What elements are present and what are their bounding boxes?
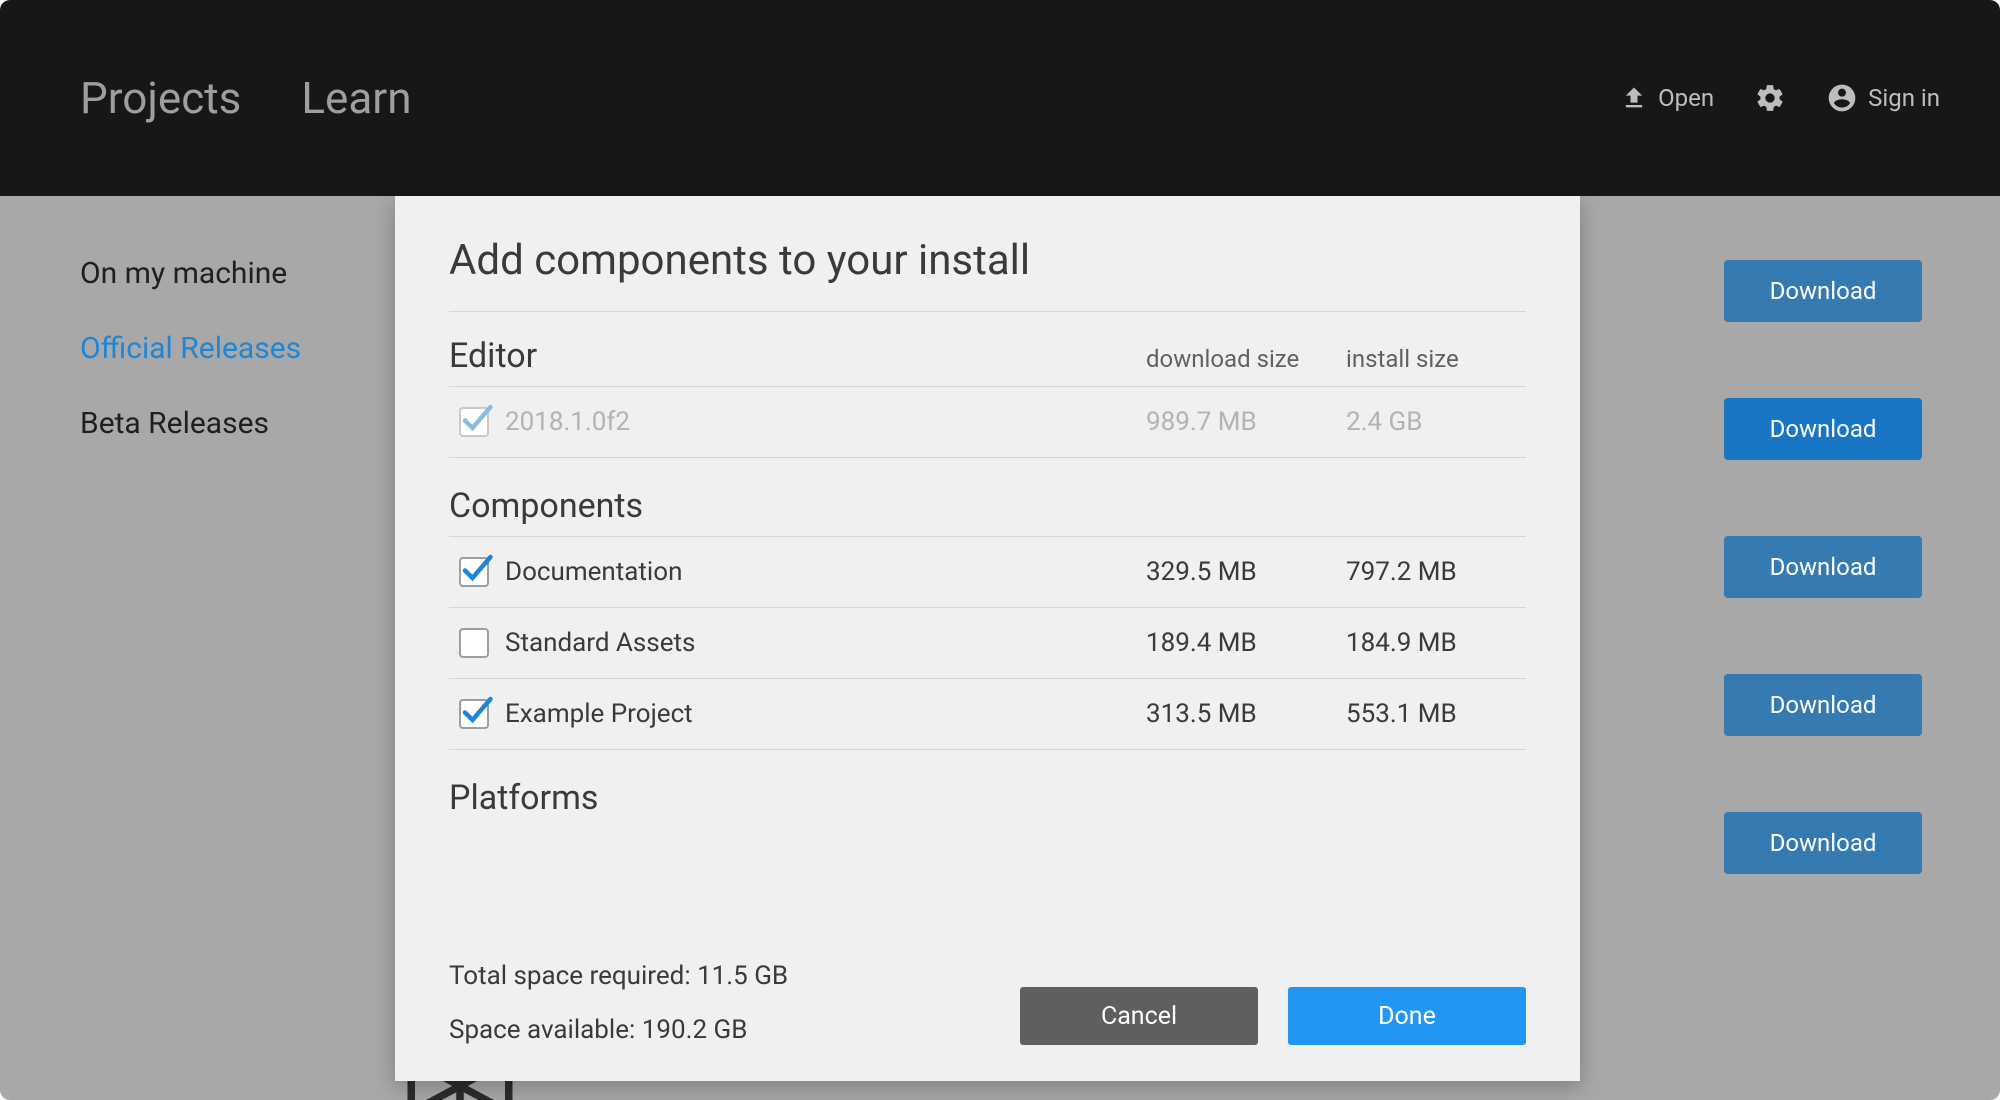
column-install-size: install size xyxy=(1346,345,1526,373)
space-info: Total space required: 11.5 GB Space avai… xyxy=(449,961,788,1045)
topbar: Projects Learn Open Sign in xyxy=(0,0,2000,196)
open-label: Open xyxy=(1658,84,1714,112)
check-icon xyxy=(459,693,495,729)
components-list: Documentation 329.5 MB 797.2 MB Standard… xyxy=(449,536,1526,750)
dialog-footer: Total space required: 11.5 GB Space avai… xyxy=(449,961,1526,1045)
checkbox-example-project[interactable] xyxy=(459,699,489,729)
main-body: On my machine Official Releases Beta Rel… xyxy=(0,196,2000,1100)
tab-learn[interactable]: Learn xyxy=(301,72,411,124)
upload-icon xyxy=(1620,84,1648,112)
checkbox-editor xyxy=(459,407,489,437)
component-download-size: 189.4 MB xyxy=(1146,628,1346,658)
editor-row: 2018.1.0f2 989.7 MB 2.4 GB xyxy=(449,387,1526,457)
topbar-tabs: Projects Learn xyxy=(80,72,412,124)
components-section-label: Components xyxy=(449,486,1526,526)
signin-button[interactable]: Sign in xyxy=(1826,82,1940,114)
check-icon xyxy=(459,551,495,587)
component-install-size: 797.2 MB xyxy=(1346,557,1526,587)
component-row: Example Project 313.5 MB 553.1 MB xyxy=(449,679,1526,749)
component-label: Documentation xyxy=(505,557,1146,587)
add-components-dialog: Add components to your install Editor do… xyxy=(395,196,1580,1081)
column-download-size: download size xyxy=(1146,345,1346,373)
done-button[interactable]: Done xyxy=(1288,987,1526,1045)
editor-list: 2018.1.0f2 989.7 MB 2.4 GB xyxy=(449,386,1526,458)
check-icon xyxy=(459,401,495,437)
component-label: Standard Assets xyxy=(505,628,1146,658)
component-label: Example Project xyxy=(505,699,1146,729)
editor-install-size: 2.4 GB xyxy=(1346,407,1526,437)
signin-label: Sign in xyxy=(1868,84,1940,112)
space-available: Space available: 190.2 GB xyxy=(449,1015,788,1045)
component-download-size: 313.5 MB xyxy=(1146,699,1346,729)
checkbox-standard-assets[interactable] xyxy=(459,628,489,658)
platforms-section-label: Platforms xyxy=(449,778,1526,818)
cancel-button[interactable]: Cancel xyxy=(1020,987,1258,1045)
checkbox-documentation[interactable] xyxy=(459,557,489,587)
open-button[interactable]: Open xyxy=(1620,84,1714,112)
component-download-size: 329.5 MB xyxy=(1146,557,1346,587)
editor-version-label: 2018.1.0f2 xyxy=(505,407,1146,437)
editor-section-header: Editor download size install size xyxy=(449,336,1526,376)
component-install-size: 553.1 MB xyxy=(1346,699,1526,729)
component-row: Documentation 329.5 MB 797.2 MB xyxy=(449,537,1526,608)
account-icon xyxy=(1826,82,1858,114)
tab-projects[interactable]: Projects xyxy=(80,72,241,124)
component-row: Standard Assets 189.4 MB 184.9 MB xyxy=(449,608,1526,679)
settings-button[interactable] xyxy=(1754,82,1786,114)
total-space-required: Total space required: 11.5 GB xyxy=(449,961,788,991)
editor-download-size: 989.7 MB xyxy=(1146,407,1346,437)
component-install-size: 184.9 MB xyxy=(1346,628,1526,658)
gear-icon xyxy=(1754,82,1786,114)
dialog-title: Add components to your install xyxy=(449,236,1526,285)
topbar-actions: Open Sign in xyxy=(1620,82,1940,114)
editor-section-label: Editor xyxy=(449,336,1146,376)
